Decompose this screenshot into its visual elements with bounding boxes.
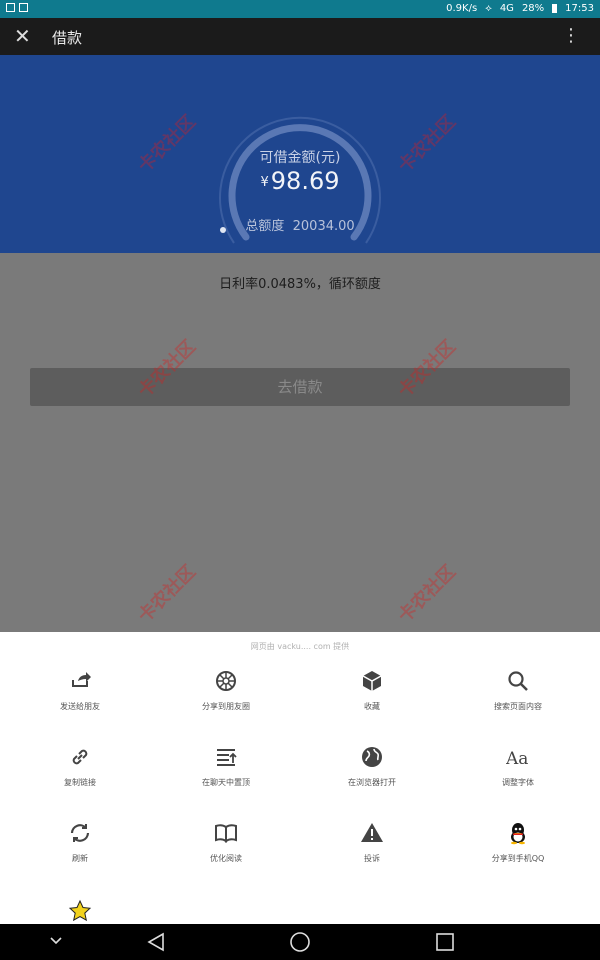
share-action-sheet: 网页由 vacku.... com 提供 发送给朋友 分享到朋友圈 收藏 搜索页… xyxy=(0,632,600,924)
home-icon[interactable] xyxy=(288,930,312,954)
amount-value: 98.69 xyxy=(270,167,340,195)
app-bar: ✕ 借款 ⋮ xyxy=(0,18,600,55)
recents-icon[interactable] xyxy=(433,930,457,954)
back-icon[interactable] xyxy=(144,930,168,954)
svg-text:Aa: Aa xyxy=(506,749,528,769)
pin-top-icon xyxy=(217,749,237,766)
star-icon xyxy=(68,899,92,922)
status-bar: 0.9K/s ⟡ 4G 28% 17:53 xyxy=(0,0,600,18)
action-label: 复制链接 xyxy=(64,778,96,787)
provider-note: 网页由 vacku.... com 提供 xyxy=(250,642,350,651)
more-icon[interactable]: ⋮ xyxy=(562,25,580,46)
total-limit-value: 20034.00 xyxy=(292,219,355,234)
action-label: 发送给朋友 xyxy=(60,702,100,711)
action-adjust-font[interactable]: Aa 调整字体 xyxy=(443,745,593,788)
network-speed: 0.9K/s xyxy=(446,3,478,14)
collapse-icon[interactable] xyxy=(48,935,64,947)
action-send-to-friend[interactable]: 发送给朋友 xyxy=(5,669,155,712)
total-limit-label: 总额度 xyxy=(245,219,285,234)
action-label: 分享到手机QQ xyxy=(491,854,545,863)
system-nav-bar xyxy=(0,924,600,960)
warning-icon xyxy=(361,823,383,842)
action-refresh[interactable]: 刷新 xyxy=(5,821,155,864)
close-icon[interactable]: ✕ xyxy=(14,24,31,48)
borrow-button[interactable]: 去借款 xyxy=(30,368,570,406)
page-title: 借款 xyxy=(52,29,83,47)
action-label: 优化阅读 xyxy=(210,854,242,863)
action-search-page[interactable]: 搜索页面内容 xyxy=(443,669,593,712)
status-right: 0.9K/s ⟡ 4G 28% 17:53 xyxy=(446,3,594,14)
action-favorite[interactable]: 收藏 xyxy=(297,669,447,712)
battery-icon xyxy=(552,4,558,13)
share-icon xyxy=(72,672,91,687)
clock: 17:53 xyxy=(565,3,594,14)
status-left-icons xyxy=(6,3,28,12)
action-label: 分享到朋友圈 xyxy=(202,702,250,711)
action-label: 搜索页面内容 xyxy=(494,702,542,711)
image-notification-icon xyxy=(6,3,15,12)
dimmed-content: 日利率0.0483%，循环额度 去借款 xyxy=(0,253,600,633)
refresh-icon xyxy=(70,824,90,842)
action-report[interactable]: 投诉 xyxy=(297,821,447,864)
action-star[interactable] xyxy=(5,899,155,923)
action-label: 收藏 xyxy=(364,702,380,711)
vibrate-icon: ⟡ xyxy=(485,3,492,14)
available-amount: ¥98.69 xyxy=(0,167,600,195)
action-label: 调整字体 xyxy=(502,778,534,787)
globe-icon xyxy=(362,747,382,767)
rate-text: 日利率0.0483%，循环额度 xyxy=(219,277,381,292)
total-limit: 总额度 20034.00 xyxy=(0,215,600,234)
available-amount-caption: 可借金额(元) xyxy=(259,150,341,166)
link-icon xyxy=(72,749,88,765)
book-icon xyxy=(215,824,237,843)
action-label: 在聊天中置顶 xyxy=(202,778,250,787)
action-share-qq[interactable]: 分享到手机QQ xyxy=(443,821,593,864)
favorite-box-icon xyxy=(362,671,382,691)
search-icon xyxy=(508,671,528,691)
action-label: 投诉 xyxy=(364,854,380,863)
action-label: 刷新 xyxy=(72,854,88,863)
battery-percent: 28% xyxy=(521,3,545,14)
action-pin-chat[interactable]: 在聊天中置顶 xyxy=(151,745,301,788)
currency-symbol: ¥ xyxy=(260,174,269,190)
app-notification-icon xyxy=(19,3,28,12)
credit-hero: 可借金额(元) ¥98.69 总额度 20034.00 xyxy=(0,55,600,253)
signal-label: 4G xyxy=(499,3,514,14)
action-copy-link[interactable]: 复制链接 xyxy=(5,745,155,788)
action-open-browser[interactable]: 在浏览器打开 xyxy=(297,745,447,788)
action-label: 在浏览器打开 xyxy=(348,778,396,787)
qq-icon xyxy=(511,823,525,845)
action-share-moments[interactable]: 分享到朋友圈 xyxy=(151,669,301,712)
font-icon: Aa xyxy=(506,749,528,769)
moments-icon xyxy=(216,671,236,691)
action-optimize-reading[interactable]: 优化阅读 xyxy=(151,821,301,864)
